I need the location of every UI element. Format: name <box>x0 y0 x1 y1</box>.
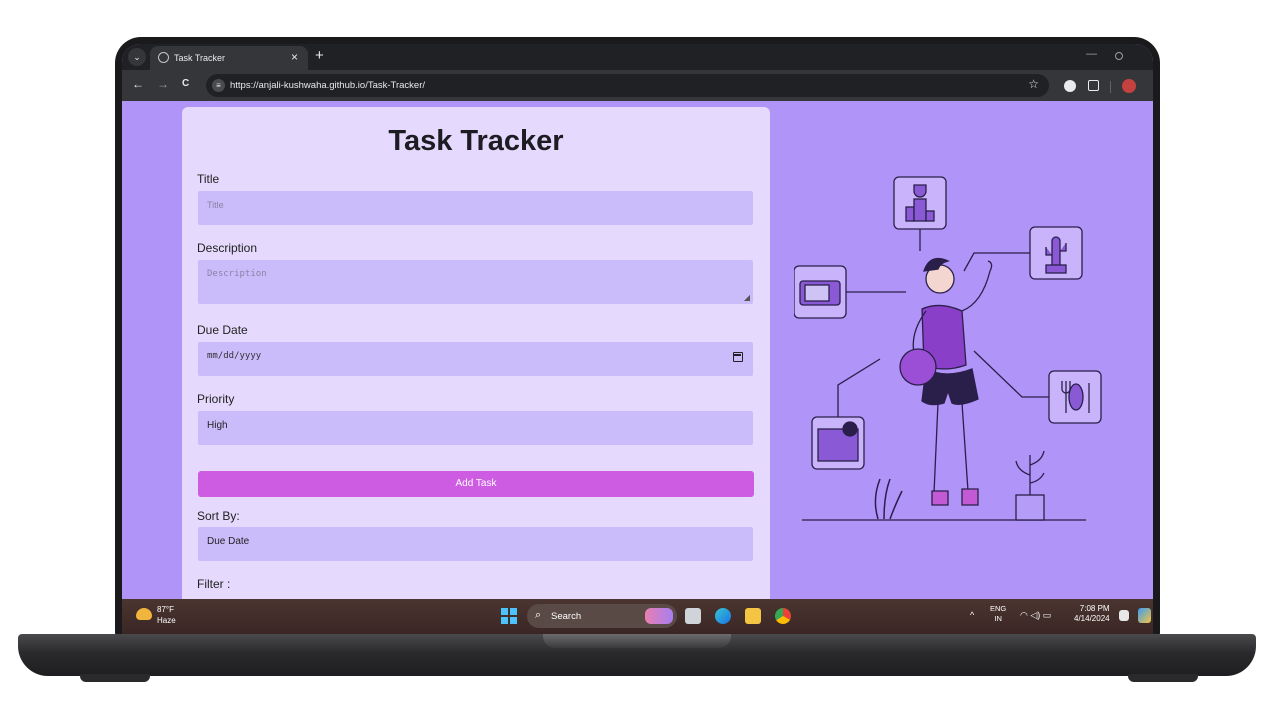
stage: ⌄ Task Tracker × + — ← → C ≡ https://anj… <box>0 0 1280 711</box>
clock-time: 7:08 PM <box>1079 604 1110 613</box>
description-label: Description <box>197 241 258 255</box>
address-bar[interactable]: ≡ https://anjali-kushwaha.github.io/Task… <box>206 74 1049 97</box>
priority-value: High <box>207 420 228 431</box>
due-date-label: Due Date <box>197 323 248 337</box>
laptop-screen: ⌄ Task Tracker × + — ← → C ≡ https://anj… <box>122 44 1153 634</box>
language-region: IN <box>994 614 1002 623</box>
windows-taskbar: 87°F Haze ⌕ Search ^ ENG IN ◠ ◁) ▭ 7:08 … <box>122 599 1153 634</box>
language-indicator[interactable]: ENG IN <box>990 604 1006 624</box>
weather-description[interactable]: Haze <box>157 616 176 625</box>
task-view-icon[interactable] <box>685 608 701 624</box>
weather-temperature[interactable]: 87°F <box>157 605 174 614</box>
wifi-volume-battery-icons[interactable]: ◠ ◁) ▭ <box>1020 610 1051 621</box>
laptop-foot-left <box>80 674 150 682</box>
file-explorer-icon[interactable] <box>745 608 761 624</box>
title-label: Title <box>197 172 220 186</box>
taskbar-search-label: Search <box>551 611 582 622</box>
tab-title: Task Tracker <box>174 53 226 63</box>
url-text[interactable]: https://anjali-kushwaha.github.io/Task-T… <box>230 80 425 91</box>
title-placeholder: Title <box>207 200 224 210</box>
notification-icon[interactable] <box>1119 610 1129 621</box>
due-date-placeholder: mm/dd/yyyy <box>207 351 262 361</box>
globe-icon <box>158 52 169 63</box>
extension-icon[interactable] <box>1064 80 1076 92</box>
new-tab-button[interactable]: + <box>315 47 324 64</box>
edge-browser-icon[interactable] <box>715 608 731 624</box>
priority-label: Priority <box>197 392 235 406</box>
extensions-puzzle-icon[interactable] <box>1088 80 1099 91</box>
window-restore-button[interactable] <box>1115 52 1123 60</box>
browser-tab-active[interactable]: Task Tracker × <box>150 46 308 70</box>
add-task-button[interactable]: Add Task <box>198 471 754 497</box>
search-icon: ⌕ <box>535 609 542 621</box>
star-icon[interactable]: ☆ <box>1028 77 1039 91</box>
window-minimize-button[interactable]: — <box>1086 48 1097 60</box>
filter-label: Filter : <box>197 577 231 591</box>
toolbar-divider <box>1110 81 1111 93</box>
tab-search-button[interactable]: ⌄ <box>128 48 146 66</box>
sort-value: Due Date <box>207 536 250 547</box>
language-code: ENG <box>990 604 1007 613</box>
weather-icon[interactable] <box>136 608 152 620</box>
browser-toolbar: ← → C ≡ https://anjali-kushwaha.github.i… <box>122 70 1153 101</box>
profile-avatar[interactable] <box>1122 79 1136 93</box>
title-input[interactable]: Title <box>198 191 753 225</box>
clock-date: 4/14/2024 <box>1074 614 1110 623</box>
sort-select[interactable]: Due Date <box>198 527 753 561</box>
page-content: Task Tracker Title Title Description Des… <box>122 101 1153 599</box>
taskbar-search[interactable]: ⌕ Search <box>527 604 677 628</box>
chrome-icon[interactable] <box>775 608 791 624</box>
reload-icon[interactable]: C <box>182 78 189 89</box>
fitness-illustration <box>794 176 1102 521</box>
priority-select[interactable]: High <box>198 411 753 445</box>
site-info-icon[interactable]: ≡ <box>212 79 225 92</box>
task-form-card: Task Tracker Title Title Description Des… <box>182 107 770 599</box>
calendar-icon[interactable] <box>733 352 743 362</box>
show-hidden-icons[interactable]: ^ <box>970 610 974 620</box>
search-highlight-icon <box>645 608 673 624</box>
laptop-foot-right <box>1128 674 1198 682</box>
description-placeholder: Description <box>207 269 267 279</box>
system-clock[interactable]: 7:08 PM 4/14/2024 <box>1074 604 1110 624</box>
windows-start-icon[interactable] <box>501 608 517 624</box>
forward-icon[interactable]: → <box>157 77 169 91</box>
browser-tab-bar: ⌄ Task Tracker × + — <box>122 44 1153 70</box>
laptop-notch <box>543 634 731 648</box>
description-textarea[interactable]: Description ◢ <box>198 260 753 304</box>
copilot-icon[interactable] <box>1138 608 1151 623</box>
sort-label: Sort By: <box>197 509 240 523</box>
basketball <box>899 348 937 386</box>
tab-close-icon[interactable]: × <box>291 50 298 64</box>
back-icon[interactable]: ← <box>132 77 144 91</box>
due-date-input[interactable]: mm/dd/yyyy <box>198 342 753 376</box>
resize-grip-icon[interactable]: ◢ <box>744 293 750 302</box>
page-title: Task Tracker <box>388 125 564 157</box>
